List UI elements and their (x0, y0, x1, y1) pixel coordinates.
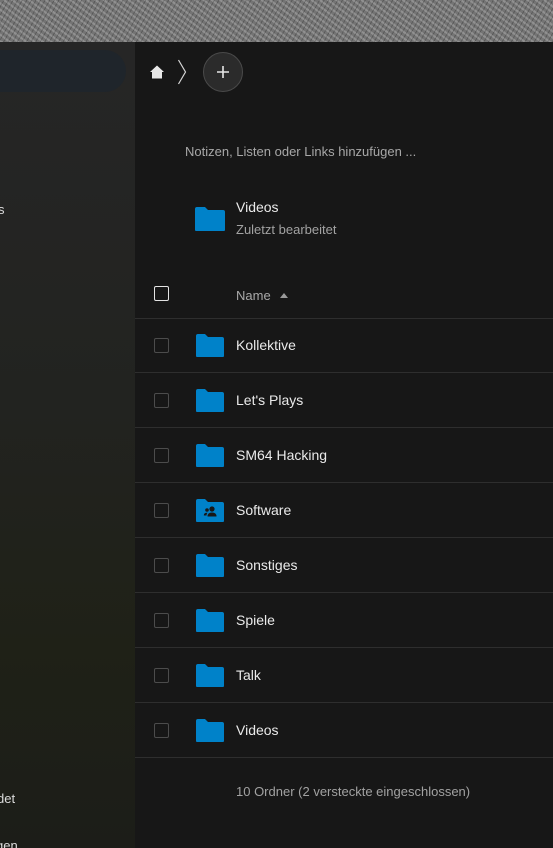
folder-icon (196, 718, 224, 747)
folder-icon (196, 553, 224, 582)
table-row[interactable]: Sonstiges (135, 538, 553, 593)
file-name[interactable]: Let's Plays (236, 392, 303, 408)
sidebar-item-label[interactable]: s (0, 202, 5, 217)
sidebar-item-label[interactable]: gen (0, 838, 18, 848)
folder-icon (196, 443, 224, 472)
recent-file-card[interactable]: Videos Zuletzt bearbeitet (195, 199, 535, 243)
row-checkbox[interactable] (154, 338, 169, 353)
table-row[interactable]: Let's Plays (135, 373, 553, 428)
folder-icon (196, 388, 224, 417)
file-name[interactable]: Kollektive (236, 337, 296, 353)
row-checkbox[interactable] (154, 448, 169, 463)
table-row[interactable]: Kollektive (135, 318, 553, 373)
table-row[interactable]: Software (135, 483, 553, 538)
sort-ascending-icon (279, 293, 288, 298)
background-texture (0, 0, 553, 42)
row-checkbox[interactable] (154, 503, 169, 518)
chevron-right-icon (177, 59, 187, 85)
plus-icon (217, 66, 229, 78)
breadcrumb (149, 52, 243, 92)
sidebar-item-label[interactable]: det (0, 791, 15, 806)
rich-workspace-placeholder[interactable]: Notizen, Listen oder Links hinzufügen ..… (185, 144, 416, 159)
select-all-checkbox[interactable] (154, 286, 169, 301)
sidebar-search-field[interactable] (0, 50, 126, 92)
home-icon[interactable] (149, 64, 165, 80)
table-row[interactable]: Talk (135, 648, 553, 703)
column-name-label: Name (236, 288, 271, 303)
file-name[interactable]: Sonstiges (236, 557, 297, 573)
recent-file-name: Videos (236, 199, 279, 215)
file-list-view: Notizen, Listen oder Links hinzufügen ..… (135, 42, 553, 848)
file-name[interactable]: Videos (236, 722, 279, 738)
shared-folder-icon (196, 498, 224, 527)
row-checkbox[interactable] (154, 393, 169, 408)
new-item-button[interactable] (203, 52, 243, 92)
file-name[interactable]: SM64 Hacking (236, 447, 327, 463)
row-checkbox[interactable] (154, 613, 169, 628)
row-checkbox[interactable] (154, 723, 169, 738)
file-name[interactable]: Software (236, 502, 291, 518)
recent-file-subtitle: Zuletzt bearbeitet (236, 222, 337, 237)
folder-icon (195, 206, 225, 237)
table-row[interactable]: Videos (135, 703, 553, 758)
file-count-summary: 10 Ordner (2 versteckte eingeschlossen) (236, 784, 471, 799)
navigation-sidebar: s det gen (0, 42, 135, 848)
sort-by-name-button[interactable]: Name (236, 288, 288, 303)
file-name[interactable]: Spiele (236, 612, 275, 628)
row-checkbox[interactable] (154, 558, 169, 573)
file-name[interactable]: Talk (236, 667, 261, 683)
folder-icon (196, 663, 224, 692)
file-list: Kollektive Let's Plays SM64 Hacking Soft… (135, 318, 553, 758)
table-row[interactable]: Spiele (135, 593, 553, 648)
folder-icon (196, 608, 224, 637)
row-checkbox[interactable] (154, 668, 169, 683)
folder-icon (196, 333, 224, 362)
table-row[interactable]: SM64 Hacking (135, 428, 553, 483)
table-header: Name (135, 278, 553, 319)
